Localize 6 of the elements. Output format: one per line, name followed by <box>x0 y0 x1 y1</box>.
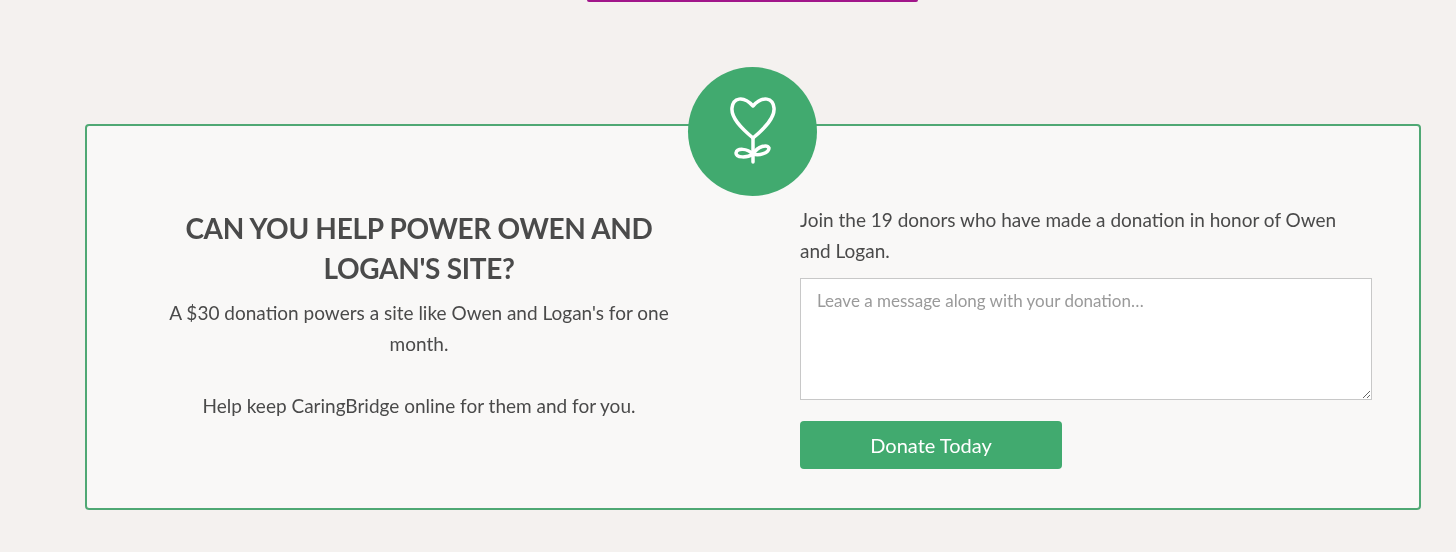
heading: CAN YOU HELP POWER OWEN AND LOGAN'S SITE? <box>184 210 654 287</box>
description: A $30 donation powers a site like Owen and Logan's for one month. <box>168 300 670 357</box>
donate-button[interactable]: Donate Today <box>800 421 1062 469</box>
message-field[interactable]: Leave a message along with your donation… <box>800 278 1372 400</box>
description: Help keep CaringBridge online for them and for you. <box>201 393 637 419</box>
donors-intro: Join the 19 donors who have made a donation in honor of Owen and Logan. <box>800 207 1338 264</box>
